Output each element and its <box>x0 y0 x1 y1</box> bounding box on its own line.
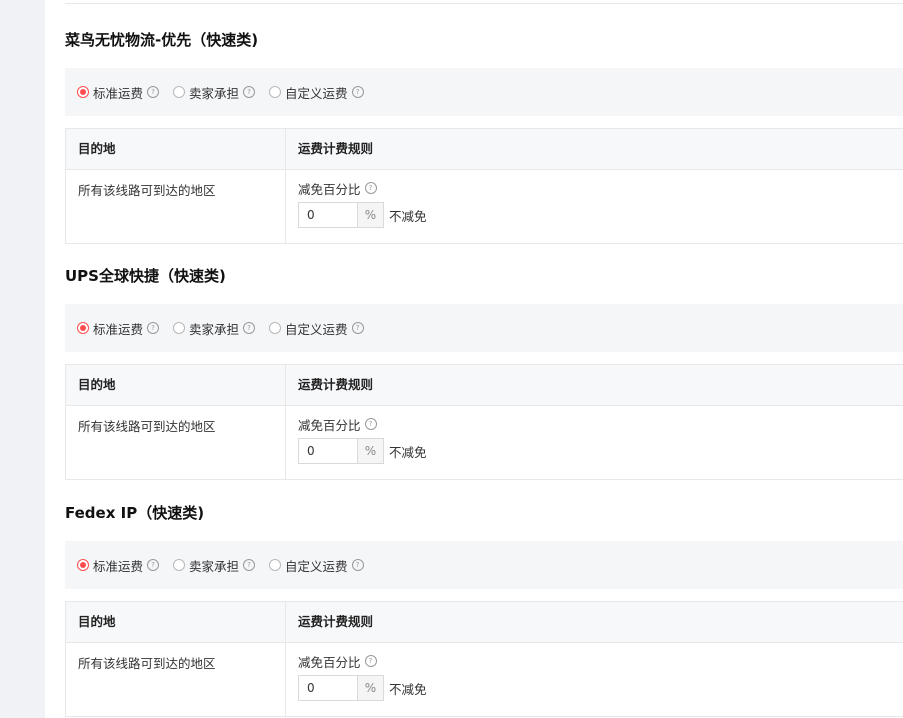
radio-seller-pays[interactable]: 卖家承担? <box>173 83 256 102</box>
shipping-method-section: 菜鸟无忧物流-优先（快速类) 标准运费? 卖家承担? 自定义运费? 目的地 运费… <box>65 29 903 244</box>
table-row: 所有该线路可到达的地区 减免百分比? % 不减免 <box>66 406 903 479</box>
discount-input-row: % 不减免 <box>298 438 903 464</box>
shipping-method-section: UPS全球快捷（快速类) 标准运费? 卖家承担? 自定义运费? 目的地 运费计费… <box>65 265 903 480</box>
question-icon[interactable]: ? <box>364 655 377 667</box>
table-header-row: 目的地 运费计费规则 <box>66 365 903 406</box>
radio-label: 自定义运费 <box>285 321 348 337</box>
radio-label: 标准运费 <box>93 321 144 337</box>
radio-label: 标准运费 <box>93 558 144 574</box>
discount-status-text: 不减免 <box>389 681 427 697</box>
radio-standard-fee[interactable]: 标准运费? <box>77 319 160 338</box>
radio-label: 卖家承担 <box>189 85 240 101</box>
fee-rule-table: 目的地 运费计费规则 所有该线路可到达的地区 减免百分比? % 不减免 <box>65 601 903 717</box>
radio-checked-icon[interactable] <box>77 559 89 571</box>
percent-addon: % <box>357 676 383 700</box>
radio-unchecked-icon[interactable] <box>173 322 186 334</box>
radio-label: 卖家承担 <box>189 558 240 574</box>
destination-cell: 所有该线路可到达的地区 <box>66 170 286 243</box>
discount-status-text: 不减免 <box>389 444 427 460</box>
table-row: 所有该线路可到达的地区 减免百分比? % 不减免 <box>66 643 903 716</box>
radio-custom-fee[interactable]: 自定义运费? <box>269 319 364 338</box>
radio-label: 自定义运费 <box>285 85 348 101</box>
question-icon[interactable]: ? <box>243 322 256 334</box>
destination-cell: 所有该线路可到达的地区 <box>66 406 286 479</box>
radio-unchecked-icon[interactable] <box>173 86 186 98</box>
fee-type-radio-group: 标准运费? 卖家承担? 自定义运费? <box>65 68 903 116</box>
fee-rule-cell: 减免百分比? % 不减免 <box>286 643 903 716</box>
discount-label: 减免百分比? <box>298 180 903 197</box>
radio-checked-icon[interactable] <box>77 322 89 334</box>
discount-input-row: % 不减免 <box>298 202 903 228</box>
discount-label-text: 减免百分比 <box>298 654 361 670</box>
radio-custom-fee[interactable]: 自定义运费? <box>269 556 364 575</box>
radio-seller-pays[interactable]: 卖家承担? <box>173 319 256 338</box>
question-icon[interactable]: ? <box>351 86 364 98</box>
fee-rule-cell: 减免百分比? % 不减免 <box>286 170 903 243</box>
fee-type-radio-group: 标准运费? 卖家承担? 自定义运费? <box>65 304 903 352</box>
question-icon[interactable]: ? <box>351 559 364 571</box>
question-icon[interactable]: ? <box>364 182 377 194</box>
fee-type-radio-group: 标准运费? 卖家承担? 自定义运费? <box>65 541 903 589</box>
header-fee-rule: 运费计费规则 <box>298 377 374 392</box>
radio-label: 标准运费 <box>93 85 144 101</box>
shipping-method-section: Fedex IP（快速类) 标准运费? 卖家承担? 自定义运费? 目的地 运费计… <box>65 502 903 717</box>
radio-unchecked-icon[interactable] <box>173 559 186 571</box>
discount-label-text: 减免百分比 <box>298 417 361 433</box>
radio-custom-fee[interactable]: 自定义运费? <box>269 83 364 102</box>
discount-status-text: 不减免 <box>389 208 427 224</box>
discount-percent-input[interactable] <box>299 439 357 463</box>
section-title: UPS全球快捷（快速类) <box>65 267 226 285</box>
percent-addon: % <box>357 203 383 227</box>
header-destination: 目的地 <box>66 602 286 642</box>
radio-unchecked-icon[interactable] <box>269 559 282 571</box>
question-icon[interactable]: ? <box>147 559 160 571</box>
discount-percent-field: % <box>298 675 384 701</box>
discount-label: 减免百分比? <box>298 653 903 670</box>
destination-cell: 所有该线路可到达的地区 <box>66 643 286 716</box>
radio-label: 自定义运费 <box>285 558 348 574</box>
fee-rule-cell: 减免百分比? % 不减免 <box>286 406 903 479</box>
header-fee-rule: 运费计费规则 <box>298 141 374 156</box>
table-header-row: 目的地 运费计费规则 <box>66 602 903 643</box>
fee-rule-table: 目的地 运费计费规则 所有该线路可到达的地区 减免百分比? % 不减免 <box>65 128 903 244</box>
header-fee-rule: 运费计费规则 <box>298 614 374 629</box>
section-title: 菜鸟无忧物流-优先（快速类) <box>65 31 259 49</box>
radio-label: 卖家承担 <box>189 321 240 337</box>
discount-percent-field: % <box>298 202 384 228</box>
discount-label-text: 减免百分比 <box>298 181 361 197</box>
percent-addon: % <box>357 439 383 463</box>
table-header-row: 目的地 运费计费规则 <box>66 129 903 170</box>
discount-label: 减免百分比? <box>298 416 903 433</box>
left-gutter <box>0 0 45 718</box>
question-icon[interactable]: ? <box>147 86 160 98</box>
question-icon[interactable]: ? <box>243 559 256 571</box>
section-title: Fedex IP（快速类) <box>65 504 205 522</box>
table-row: 所有该线路可到达的地区 减免百分比? % 不减免 <box>66 170 903 243</box>
radio-standard-fee[interactable]: 标准运费? <box>77 556 160 575</box>
question-icon[interactable]: ? <box>364 418 377 430</box>
radio-unchecked-icon[interactable] <box>269 86 282 98</box>
shipping-template-content: 菜鸟无忧物流-优先（快速类) 标准运费? 卖家承担? 自定义运费? 目的地 运费… <box>45 0 903 718</box>
radio-unchecked-icon[interactable] <box>269 322 282 334</box>
discount-input-row: % 不减免 <box>298 675 903 701</box>
discount-percent-field: % <box>298 438 384 464</box>
header-destination: 目的地 <box>66 129 286 169</box>
radio-standard-fee[interactable]: 标准运费? <box>77 83 160 102</box>
header-destination: 目的地 <box>66 365 286 405</box>
question-icon[interactable]: ? <box>147 322 160 334</box>
radio-seller-pays[interactable]: 卖家承担? <box>173 556 256 575</box>
fee-rule-table: 目的地 运费计费规则 所有该线路可到达的地区 减免百分比? % 不减免 <box>65 364 903 480</box>
discount-percent-input[interactable] <box>299 203 357 227</box>
top-divider <box>65 3 903 4</box>
discount-percent-input[interactable] <box>299 676 357 700</box>
question-icon[interactable]: ? <box>351 322 364 334</box>
radio-checked-icon[interactable] <box>77 86 89 98</box>
question-icon[interactable]: ? <box>243 86 256 98</box>
